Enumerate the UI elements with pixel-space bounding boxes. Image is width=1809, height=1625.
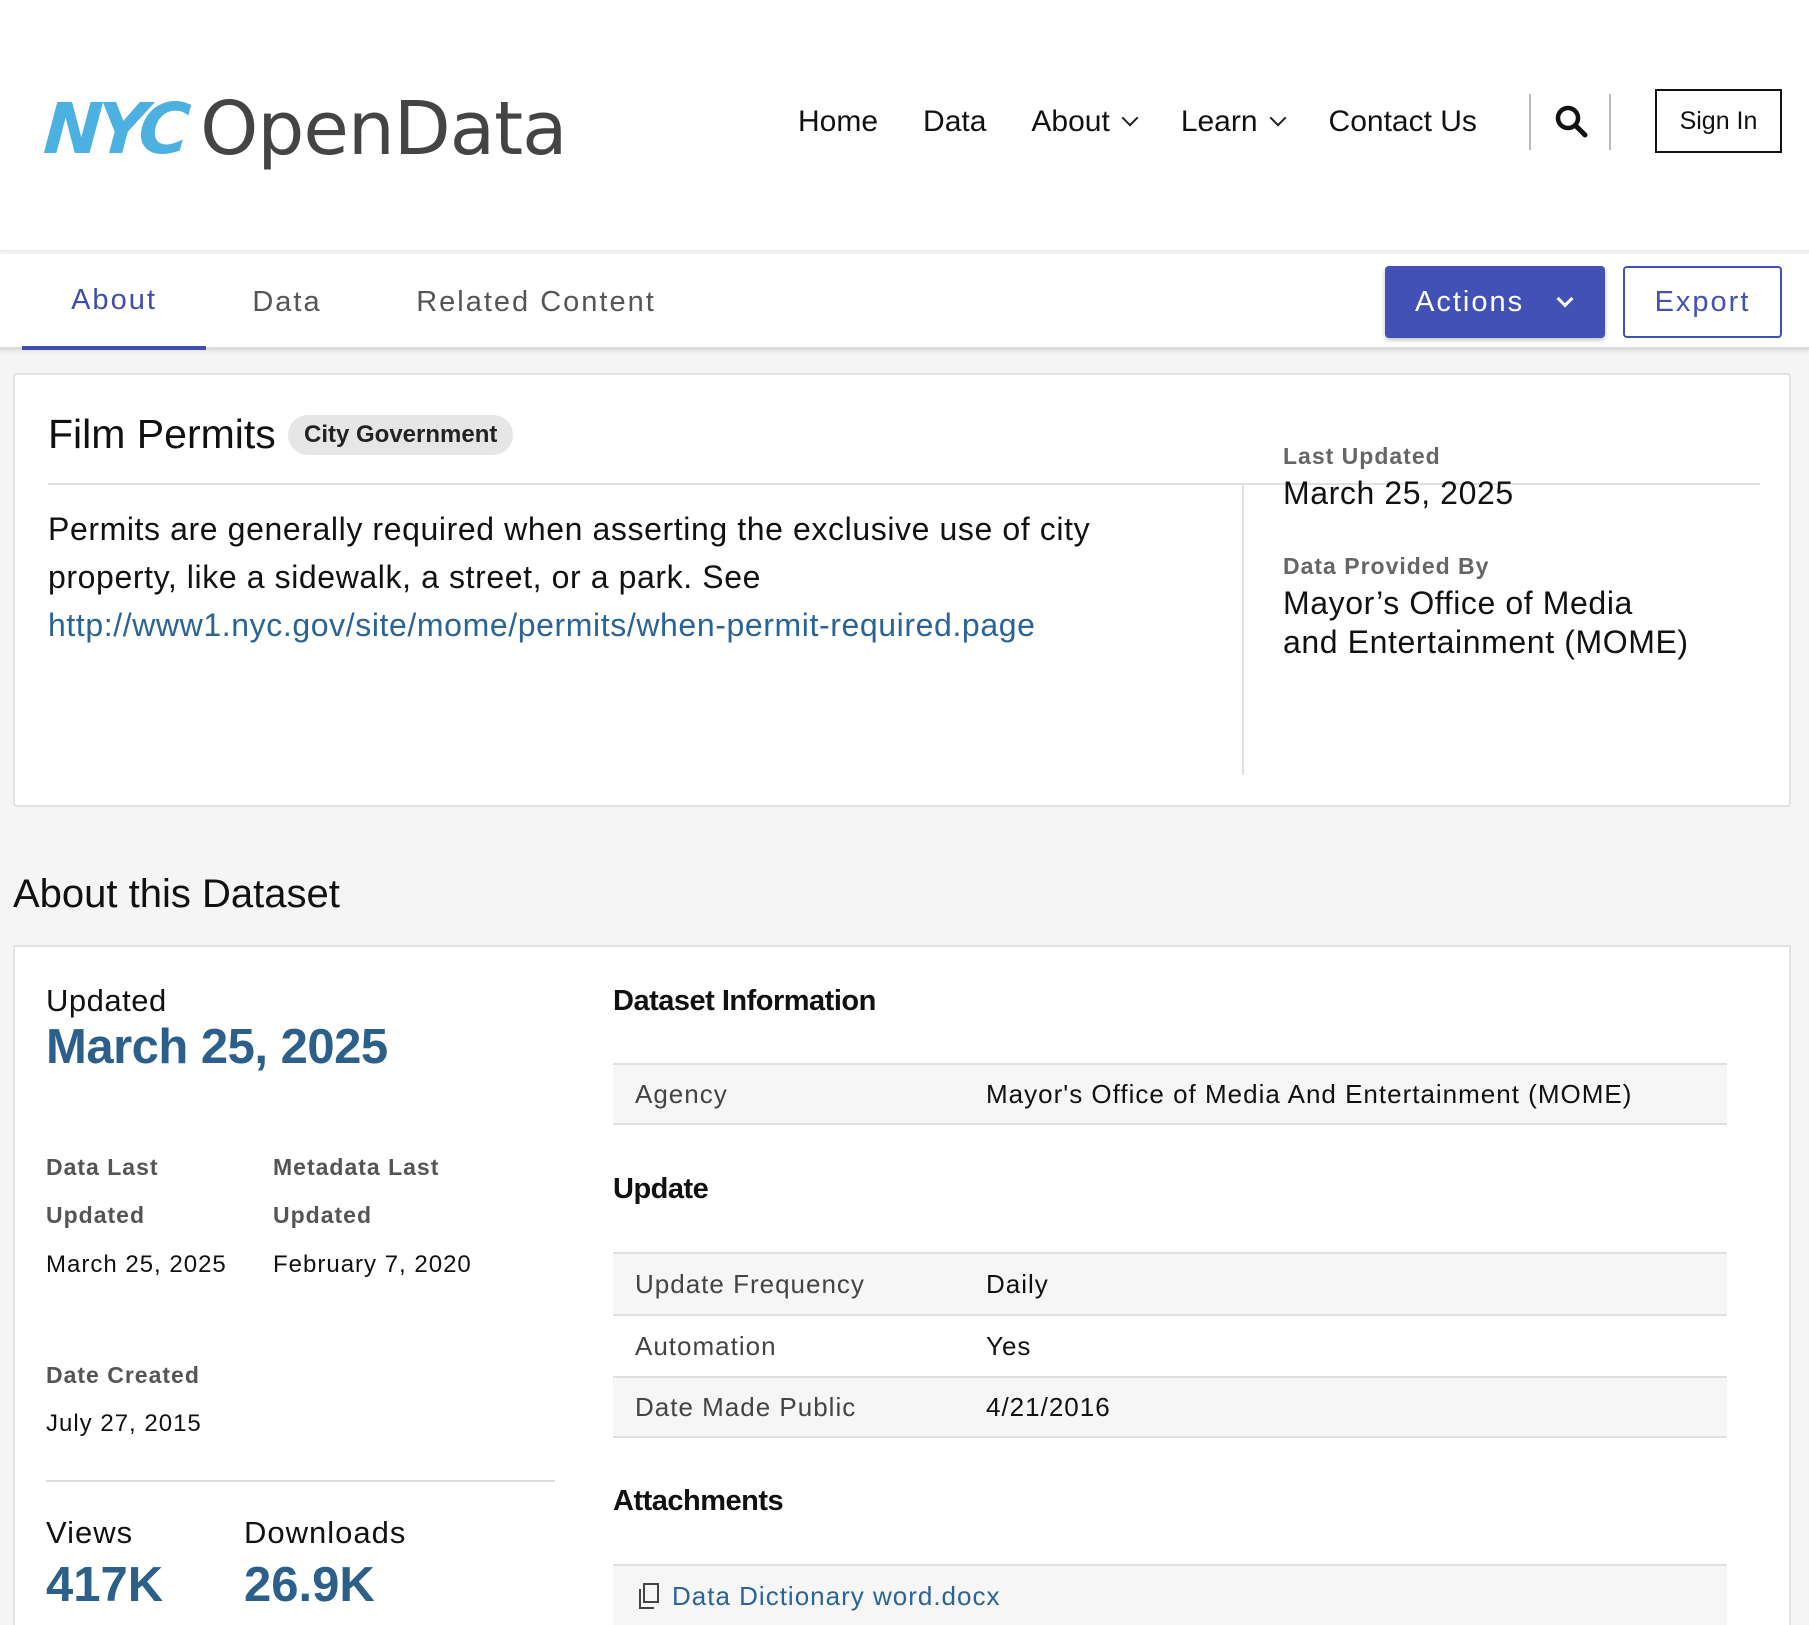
last-updated-label: Last Updated: [1283, 443, 1441, 469]
views-label: Views: [46, 1515, 134, 1550]
actions-button[interactable]: Actions: [1385, 266, 1605, 338]
attachment-link[interactable]: Data Dictionary word.docx: [672, 1581, 1000, 1612]
updated-value: March 25, 2025: [46, 1020, 388, 1074]
nav-divider: [1609, 94, 1611, 150]
metadata-last-updated-label-line2: Updated: [273, 1202, 372, 1228]
table-row: Agency Mayor's Office of Media And Enter…: [613, 1063, 1727, 1125]
attachments-title: Attachments: [613, 1485, 784, 1517]
provided-by-value-line2: and Entertainment (MOME): [1283, 624, 1689, 660]
top-nav: Home Data About Learn Contact Us: [798, 96, 1522, 148]
row-value: Daily: [986, 1268, 1049, 1299]
nav-data[interactable]: Data: [923, 105, 986, 139]
update-title: Update: [613, 1173, 709, 1205]
about-dataset-card: Updated March 25, 2025 Data Last Updated…: [13, 945, 1791, 1625]
chevron-down-icon: [1556, 290, 1574, 308]
data-last-updated-label: Data Last Updated: [46, 1143, 159, 1239]
row-key: Agency: [635, 1078, 728, 1109]
attachment-item[interactable]: Data Dictionary word.docx: [613, 1564, 1727, 1625]
table-row: Date Made Public 4/21/2016: [613, 1376, 1727, 1438]
views-value: 417K: [46, 1558, 164, 1612]
date-created-value: July 27, 2015: [46, 1410, 202, 1437]
nav-divider: [1529, 94, 1531, 150]
nav-about-label: About: [1031, 105, 1110, 138]
tab-about[interactable]: About: [22, 254, 206, 350]
divider: [46, 1480, 555, 1482]
nav-data-label: Data: [923, 105, 987, 138]
provided-by-label: Data Provided By: [1283, 553, 1490, 579]
table-row: Update Frequency Daily: [613, 1252, 1727, 1314]
row-value: 4/21/2016: [986, 1391, 1111, 1422]
last-updated-value: March 25, 2025: [1283, 475, 1514, 511]
row-value: Yes: [986, 1330, 1032, 1361]
nav-home[interactable]: Home: [798, 105, 878, 139]
nav-about[interactable]: About: [1031, 105, 1139, 139]
date-created-label: Date Created: [46, 1362, 200, 1388]
nyc-opendata-logo[interactable]: NYC OpenData: [41, 84, 567, 174]
dataset-information-title: Dataset Information: [613, 985, 876, 1017]
divider: [1242, 485, 1244, 775]
metadata-last-updated-value: February 7, 2020: [273, 1251, 472, 1278]
downloads-label: Downloads: [244, 1515, 407, 1550]
nav-contact[interactable]: Contact Us: [1329, 105, 1477, 139]
data-last-updated-label-line1: Data Last: [46, 1154, 159, 1180]
logo-text: OpenData: [200, 86, 567, 172]
nav-contact-label: Contact Us: [1328, 105, 1477, 138]
tab-data[interactable]: Data: [218, 254, 356, 350]
nav-home-label: Home: [798, 105, 879, 138]
logo-mark: NYC: [41, 88, 188, 170]
downloads-value: 26.9K: [244, 1558, 375, 1612]
sign-in-button[interactable]: Sign In: [1655, 89, 1782, 153]
dataset-information-table: Agency Mayor's Office of Media And Enter…: [613, 1063, 1727, 1125]
updated-label: Updated: [46, 983, 167, 1018]
table-row: Automation Yes: [613, 1314, 1727, 1376]
actions-label: Actions: [1415, 285, 1525, 318]
nav-learn[interactable]: Learn: [1180, 105, 1287, 139]
row-key: Automation: [635, 1330, 777, 1361]
provided-by-value-line1: Mayor’s Office of Media: [1283, 585, 1633, 621]
site-header: NYC OpenData Home Data About Learn Conta…: [0, 0, 1809, 252]
about-dataset-heading: About this Dataset: [13, 872, 340, 916]
tab-related-content[interactable]: Related Content: [400, 254, 672, 350]
dataset-summary-card: Film Permits City Government Permits are…: [13, 373, 1791, 807]
chevron-down-icon: [1121, 109, 1139, 127]
update-table: Update Frequency Daily Automation Yes Da…: [613, 1252, 1727, 1438]
row-key: Date Made Public: [635, 1391, 857, 1422]
description-link[interactable]: http://www1.nyc.gov/site/mome/permits/wh…: [48, 607, 1036, 643]
document-icon: [639, 1583, 659, 1609]
row-value: Mayor's Office of Media And Entertainmen…: [986, 1078, 1633, 1109]
data-last-updated-label-line2: Updated: [46, 1202, 145, 1228]
metadata-last-updated-label-line1: Metadata Last: [273, 1154, 440, 1180]
metadata-last-updated-label: Metadata Last Updated: [273, 1143, 439, 1239]
data-last-updated-value: March 25, 2025: [46, 1251, 227, 1278]
search-icon: [1555, 105, 1588, 138]
nav-learn-label: Learn: [1180, 105, 1258, 138]
dataset-tab-bar: About Data Related Content Actions Expor…: [0, 254, 1809, 350]
export-button[interactable]: Export: [1623, 266, 1782, 338]
row-key: Update Frequency: [635, 1268, 865, 1299]
category-badge[interactable]: City Government: [288, 415, 514, 455]
description-text: Permits are generally required when asse…: [48, 511, 1091, 595]
search-button[interactable]: [1552, 102, 1592, 142]
chevron-down-icon: [1269, 109, 1287, 127]
dataset-title: Film Permits: [48, 411, 276, 457]
dataset-description: Permits are generally required when asse…: [48, 505, 1198, 649]
